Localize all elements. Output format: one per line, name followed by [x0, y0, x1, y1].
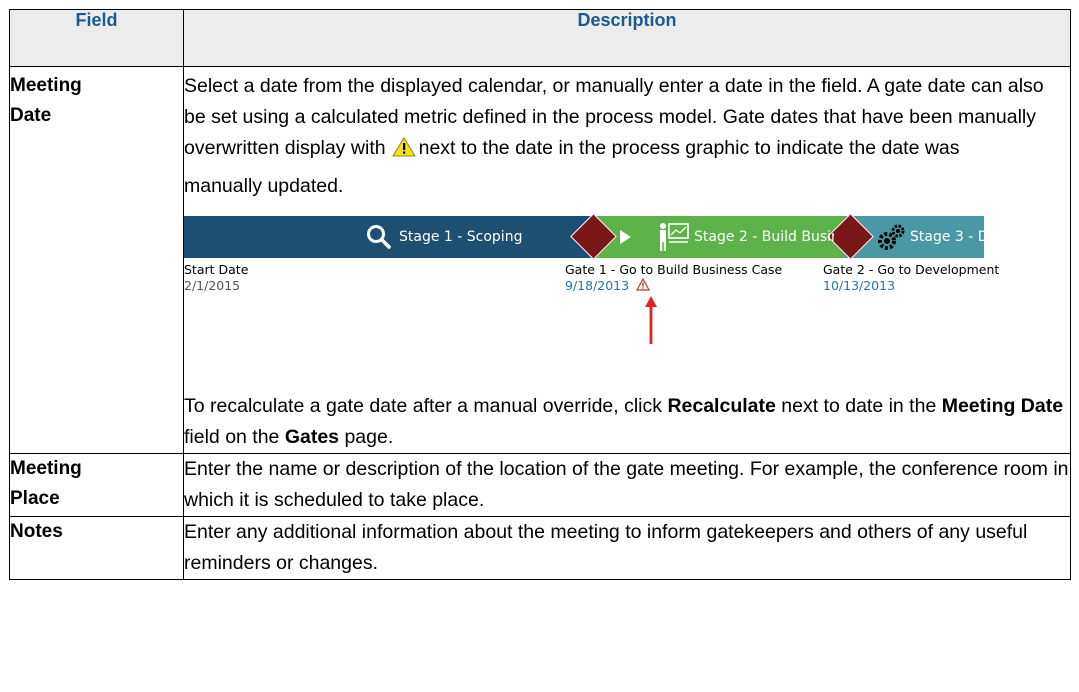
start-caption: Start Date 2/1/2015 [184, 262, 248, 294]
gate-1-caption: Gate 1 - Go to Build Business Case 9/18/… [565, 262, 782, 294]
table-row: Notes Enter any additional information a… [9, 516, 1071, 580]
stage-2-label: Stage 2 - Build Business C... [694, 229, 834, 245]
gears-icon [878, 224, 905, 250]
desc-meeting-date: Select a date from the displayed calenda… [183, 66, 1071, 454]
arrow-up-icon [645, 296, 657, 344]
start-label: Start Date [184, 262, 249, 277]
header-description: Description [183, 9, 1071, 67]
field-meeting-place: Meeting Place [9, 453, 184, 517]
warning-icon [391, 137, 416, 157]
table-row: Meeting Place Enter the name or descript… [9, 453, 1071, 517]
search-icon [367, 225, 391, 249]
warning-icon [636, 277, 651, 291]
gate-1-label: Gate 1 - Go to Build Business Case [565, 262, 783, 277]
start-date: 2/1/2015 [184, 278, 241, 293]
gate-2-label: Gate 2 - Go to Development [823, 262, 1000, 277]
gate-2-date[interactable]: 10/13/2013 [823, 278, 999, 294]
field-description-table: Field Description Meeting Date Select a … [9, 9, 1071, 580]
desc-text-2: next to the date in the process graphic … [418, 137, 960, 159]
recalculate-text: To recalculate a gate date after a manua… [184, 395, 1064, 448]
stage-1-label: Stage 1 - Scoping [399, 229, 523, 245]
process-graphic: Stage 1 - Scoping Stage 2 - Build Busine… [184, 213, 999, 381]
header-field: Field [9, 9, 184, 67]
gate-1-date[interactable]: 9/18/2013 [565, 278, 629, 293]
desc-meeting-place: Enter the name or description of the loc… [183, 453, 1071, 517]
play-icon [620, 230, 631, 244]
table-row: Meeting Date Select a date from the disp… [9, 66, 1071, 454]
desc-text-3: manually updated. [184, 175, 344, 197]
gate-2-caption: Gate 2 - Go to Development 10/13/2013 [823, 262, 999, 294]
field-notes: Notes [9, 516, 184, 580]
desc-notes: Enter any additional information about t… [183, 516, 1071, 580]
presentation-icon [660, 223, 689, 251]
field-meeting-date: Meeting Date [9, 66, 184, 454]
stage-3-label: Stage 3 - Develo [910, 229, 984, 245]
